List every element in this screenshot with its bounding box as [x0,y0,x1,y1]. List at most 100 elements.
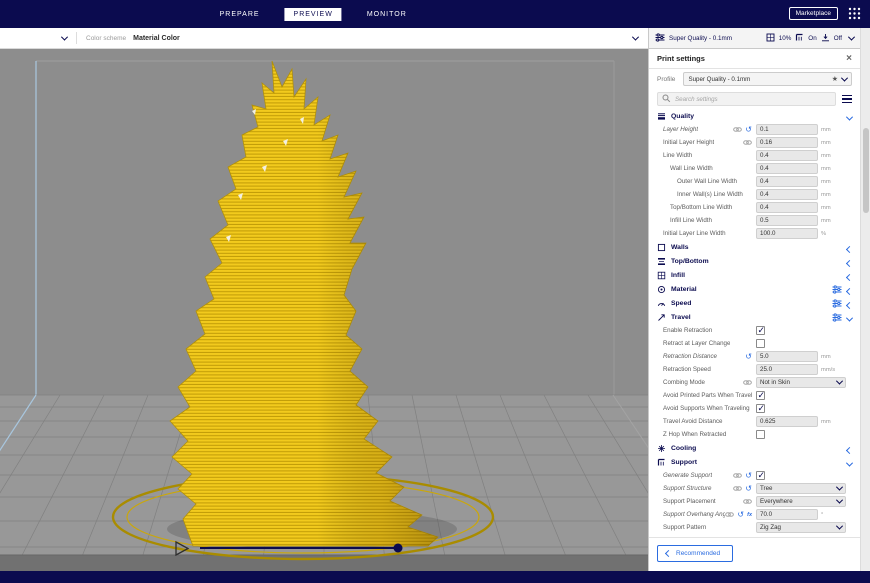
chevron-left-icon [665,550,672,557]
layer-slider-handle[interactable] [394,544,403,553]
setting-checkbox[interactable] [756,339,765,348]
setting-checkbox[interactable] [756,326,765,335]
setting-value-input[interactable]: 0.4 [756,150,818,161]
revert-icon[interactable]: ↺ [737,511,744,519]
setting-row-wall-line-width[interactable]: Wall Line Width0.4mm [649,162,860,175]
summary-support: On [808,35,816,42]
link-icon [733,472,742,479]
sliders-icon [832,309,842,327]
setting-row-initial-layer-line-width[interactable]: Initial Layer Line Width100.0% [649,227,860,240]
category-walls[interactable]: Walls [649,241,860,254]
search-row: Search settings [649,89,860,109]
summary-adhesion: Off [834,35,842,42]
tab-prepare[interactable]: PREPARE [211,8,269,21]
setting-value-input[interactable]: 0.4 [756,163,818,174]
revert-icon[interactable]: ↺ [745,353,752,361]
category-infill[interactable]: Infill [649,269,860,282]
setting-row-top-bottom-line-width[interactable]: Top/Bottom Line Width0.4mm [649,201,860,214]
sliders-icon [655,29,665,47]
setting-row-retraction-distance[interactable]: Retraction Distance↺5.0mm [649,350,860,363]
support-summary-icon [795,29,804,47]
setting-row-z-hop-when-retracted[interactable]: Z Hop When Retracted [649,428,860,441]
setting-value-input[interactable]: 0.16 [756,137,818,148]
setting-row-inner-wall-s-line-width[interactable]: Inner Wall(s) Line Width0.4mm [649,188,860,201]
setting-row-initial-layer-height[interactable]: Initial Layer Height0.16mm [649,136,860,149]
settings-visibility-menu-icon[interactable] [842,95,852,104]
search-input[interactable]: Search settings [657,92,836,106]
setting-row-travel-avoid-distance[interactable]: Travel Avoid Distance0.625mm [649,415,860,428]
setting-value-input[interactable]: 100.0 [756,228,818,239]
print-setup-summary-bar[interactable]: Super Quality - 0.1mm 10% On Off [648,28,860,49]
setting-checkbox[interactable] [756,391,765,400]
chevron-down-icon [841,74,848,81]
setting-row-outer-wall-line-width[interactable]: Outer Wall Line Width0.4mm [649,175,860,188]
setting-row-support-structure[interactable]: Support Structure↺Tree [649,482,860,495]
star-icon[interactable]: ★ [832,75,838,83]
category-quality[interactable]: Quality [649,110,860,123]
toolbar-collapse-chevron-icon[interactable] [632,33,639,40]
setting-value-input[interactable]: 0.625 [756,416,818,427]
close-icon[interactable]: × [846,54,852,64]
category-top-bottom[interactable]: Top/Bottom [649,255,860,268]
tab-monitor[interactable]: MONITOR [358,8,416,21]
setting-row-support-placement[interactable]: Support PlacementEverywhere [649,495,860,508]
profile-label: Profile [657,76,675,83]
setting-row-enable-retraction[interactable]: Enable Retraction [649,324,860,337]
setting-value-input[interactable]: 25.0 [756,364,818,375]
profile-dropdown[interactable]: Super Quality - 0.1mm ★ [683,72,852,86]
category-support[interactable]: Support [649,456,860,469]
view-options-chevron-icon[interactable] [61,33,68,40]
marketplace-button[interactable]: Marketplace [789,7,838,20]
setting-value-input[interactable]: 0.5 [756,215,818,226]
setting-dropdown[interactable]: Not in Skin [756,377,846,388]
setting-row-retract-at-layer-change[interactable]: Retract at Layer Change [649,337,860,350]
setting-row-avoid-supports-when-traveling[interactable]: Avoid Supports When Traveling [649,402,860,415]
setting-value-input[interactable]: 0.4 [756,176,818,187]
setting-dropdown[interactable]: Zig Zag [756,522,846,533]
setting-row-line-width[interactable]: Line Width0.4mm [649,149,860,162]
revert-icon[interactable]: ↺ [745,485,752,493]
setting-checkbox[interactable] [756,471,765,480]
quality-icon [657,109,666,126]
link-icon [733,485,742,492]
panel-footer: Recommended [649,537,860,571]
setting-row-avoid-printed-parts-when-traveling[interactable]: Avoid Printed Parts When Traveling [649,389,860,402]
setting-value-input[interactable]: 70.0 [756,509,818,520]
view-toolbar: Color scheme Material Color [0,28,648,49]
setting-value-input[interactable]: 0.4 [756,189,818,200]
chevron-down-icon [847,309,852,327]
color-scheme-dropdown[interactable]: Material Color [133,35,180,42]
setting-row-infill-line-width[interactable]: Infill Line Width0.5mm [649,214,860,227]
setting-value-input[interactable]: 0.1 [756,124,818,135]
setting-row-support-overhang-angle[interactable]: Support Overhang Angle↺fx70.0° [649,508,860,521]
category-material[interactable]: Material [649,283,860,296]
fx-icon[interactable]: fx [747,511,752,518]
search-icon [662,90,671,108]
setting-dropdown[interactable]: Everywhere [756,496,846,507]
category-travel[interactable]: Travel [649,311,860,324]
revert-icon[interactable]: ↺ [745,126,752,134]
setting-value-input[interactable]: 0.4 [756,202,818,213]
setting-value-input[interactable]: 5.0 [756,351,818,362]
app-switcher-icon[interactable] [848,7,861,25]
revert-icon[interactable]: ↺ [745,472,752,480]
scrollbar-thumb[interactable] [863,128,869,213]
settings-scrollbar[interactable] [860,28,870,571]
recommended-mode-button[interactable]: Recommended [657,545,733,562]
tab-preview[interactable]: PREVIEW [285,8,342,21]
category-speed[interactable]: Speed [649,297,860,310]
setting-checkbox[interactable] [756,430,765,439]
summary-chevron-icon[interactable] [848,33,855,40]
setting-row-retraction-speed[interactable]: Retraction Speed25.0mm/s [649,363,860,376]
profile-dropdown-value: Super Quality - 0.1mm [688,76,750,83]
setting-checkbox[interactable] [756,404,765,413]
setting-row-generate-support[interactable]: Generate Support↺ [649,469,860,482]
setting-row-support-pattern[interactable]: Support PatternZig Zag [649,521,860,534]
setting-dropdown[interactable]: Tree [756,483,846,494]
toolbar-divider [76,32,77,44]
setting-row-layer-height[interactable]: Layer Height↺0.1mm [649,123,860,136]
category-cooling[interactable]: Cooling [649,442,860,455]
viewport-3d[interactable] [0,49,648,571]
top-bar: PREPARE PREVIEW MONITOR Marketplace [0,0,870,28]
setting-row-combing-mode[interactable]: Combing ModeNot in Skin [649,376,860,389]
